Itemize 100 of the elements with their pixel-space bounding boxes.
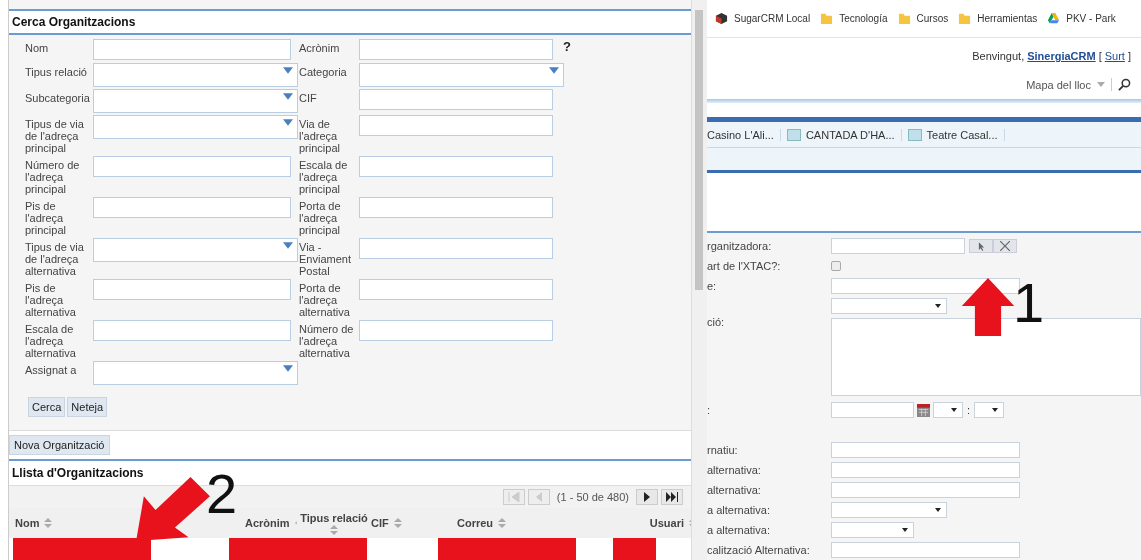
- field-label: rganitzadora:: [707, 240, 773, 253]
- bracket-text: [: [1098, 50, 1102, 63]
- column-header[interactable]: Correu: [457, 517, 494, 529]
- input-field[interactable]: [831, 482, 1020, 499]
- folder-icon: [897, 11, 911, 25]
- dropdown-arrow-icon: [283, 93, 293, 100]
- dropdown-field[interactable]: [831, 522, 914, 539]
- checkbox[interactable]: [831, 261, 841, 272]
- field-label: Escala de l'adreça alternativa: [25, 322, 77, 359]
- dropdown-field[interactable]: [93, 361, 298, 385]
- bookmark-link[interactable]: Herramientas: [977, 12, 1038, 24]
- sort-icon[interactable]: [498, 518, 507, 528]
- bookmark-link[interactable]: SugarCRM Local: [734, 12, 811, 24]
- sort-icon[interactable]: [330, 524, 338, 535]
- input-field[interactable]: [359, 238, 553, 259]
- dropdown-arrow-icon: [283, 119, 293, 126]
- field-label: ció:: [707, 316, 726, 329]
- recent-item-link[interactable]: CANTADA D'HA...: [805, 128, 895, 141]
- dropdown-field[interactable]: [831, 502, 947, 519]
- bookmark-link[interactable]: Tecnología: [839, 12, 888, 24]
- hour-dropdown[interactable]: [933, 402, 963, 419]
- input-field[interactable]: [359, 197, 553, 218]
- field-label: a alternativa:: [707, 524, 771, 537]
- input-field[interactable]: [359, 156, 553, 177]
- input-field[interactable]: [93, 39, 291, 60]
- dropdown-field[interactable]: [93, 115, 298, 139]
- field-label: Categoria: [299, 65, 348, 78]
- triangle-icon: [1047, 11, 1061, 25]
- field-label: a alternativa:: [707, 504, 771, 517]
- dropdown-arrow-icon: [549, 67, 559, 74]
- input-field[interactable]: [93, 320, 291, 341]
- recent-item-link[interactable]: Teatre Casal...: [926, 128, 998, 141]
- field-label: Assignat a: [25, 363, 78, 376]
- search-icon[interactable]: [1111, 78, 1131, 92]
- bookmark-link[interactable]: PKV - Park: [1066, 12, 1116, 24]
- select-button[interactable]: [969, 239, 993, 254]
- input-field[interactable]: [359, 320, 553, 341]
- input-field[interactable]: [831, 238, 965, 255]
- input-field[interactable]: [93, 279, 291, 300]
- greeting-text: Benvingut,: [972, 50, 1025, 63]
- dropdown-arrow-icon: [283, 67, 293, 74]
- input-field[interactable]: [831, 542, 1020, 559]
- next-page-button[interactable]: [636, 489, 658, 505]
- dropdown-field[interactable]: [831, 298, 947, 315]
- input-field[interactable]: [831, 442, 1020, 459]
- field-label: alternativa:: [707, 484, 762, 497]
- input-field[interactable]: [93, 197, 291, 218]
- new-organization-button[interactable]: Nova Organització: [9, 435, 110, 455]
- sort-icon[interactable]: [393, 518, 402, 528]
- input-field[interactable]: [359, 115, 553, 136]
- folder-icon: [820, 11, 834, 25]
- field-label: Pis de l'adreça principal: [25, 199, 67, 236]
- caret-icon: [951, 408, 957, 413]
- clear-button[interactable]: Neteja: [67, 397, 108, 417]
- cursor-icon: [977, 241, 985, 251]
- panel-title: Cerca Organitzacions: [12, 15, 136, 29]
- logout-link[interactable]: Surt: [1104, 50, 1125, 63]
- sitemap-link[interactable]: Mapa del lloc: [1026, 78, 1091, 91]
- skip-forward-icon: [665, 492, 679, 502]
- column-header[interactable]: Usuari: [649, 517, 684, 529]
- caret-icon: [992, 408, 999, 413]
- column-header[interactable]: CIF: [371, 517, 389, 529]
- calendar-icon[interactable]: [917, 403, 930, 417]
- dropdown-field[interactable]: [93, 89, 298, 113]
- clear-button[interactable]: [993, 239, 1017, 254]
- dropdown-arrow-icon: [283, 365, 293, 372]
- dropdown-field[interactable]: [93, 238, 298, 262]
- minute-dropdown[interactable]: [974, 402, 1005, 419]
- user-link[interactable]: SinergiaCRM: [1027, 50, 1096, 63]
- sort-icon[interactable]: [44, 518, 53, 528]
- column-header[interactable]: Acrònim: [245, 517, 290, 529]
- recent-item-link[interactable]: Casino L'Ali...: [707, 128, 774, 141]
- column-header[interactable]: Tipus relació: [300, 511, 368, 524]
- input-field[interactable]: [359, 279, 553, 300]
- time-separator: :: [967, 404, 971, 417]
- field-label: Via - Enviament Postal: [299, 240, 352, 277]
- field-label: :: [707, 404, 712, 417]
- caret-icon[interactable]: [1097, 82, 1105, 88]
- date-field[interactable]: [831, 402, 914, 419]
- field-label: Escala de l'adreça principal: [299, 158, 349, 195]
- last-page-button[interactable]: [661, 489, 683, 505]
- field-label: alternativa:: [707, 464, 762, 477]
- dropdown-field[interactable]: [93, 63, 298, 87]
- dropdown-field[interactable]: [359, 63, 564, 87]
- input-field[interactable]: [359, 39, 553, 60]
- skip-back-icon: [506, 492, 521, 502]
- module-icon: [786, 128, 801, 141]
- field-label: Tipus de via de l'adreça principal: [25, 117, 85, 154]
- input-field[interactable]: [93, 156, 291, 177]
- scrollbar[interactable]: [691, 0, 707, 560]
- field-label: Número de l'adreça alternativa: [299, 322, 355, 359]
- bookmark-link[interactable]: Cursos: [916, 12, 949, 24]
- input-field[interactable]: [831, 462, 1020, 479]
- input-field[interactable]: [359, 89, 553, 110]
- module-icon: [907, 128, 922, 141]
- column-header[interactable]: Nom: [15, 517, 40, 529]
- field-label: rnatiu:: [707, 444, 739, 457]
- dropdown-arrow-icon: [283, 242, 293, 249]
- search-button[interactable]: Cerca: [28, 397, 66, 417]
- help-icon[interactable]: ?: [553, 39, 573, 54]
